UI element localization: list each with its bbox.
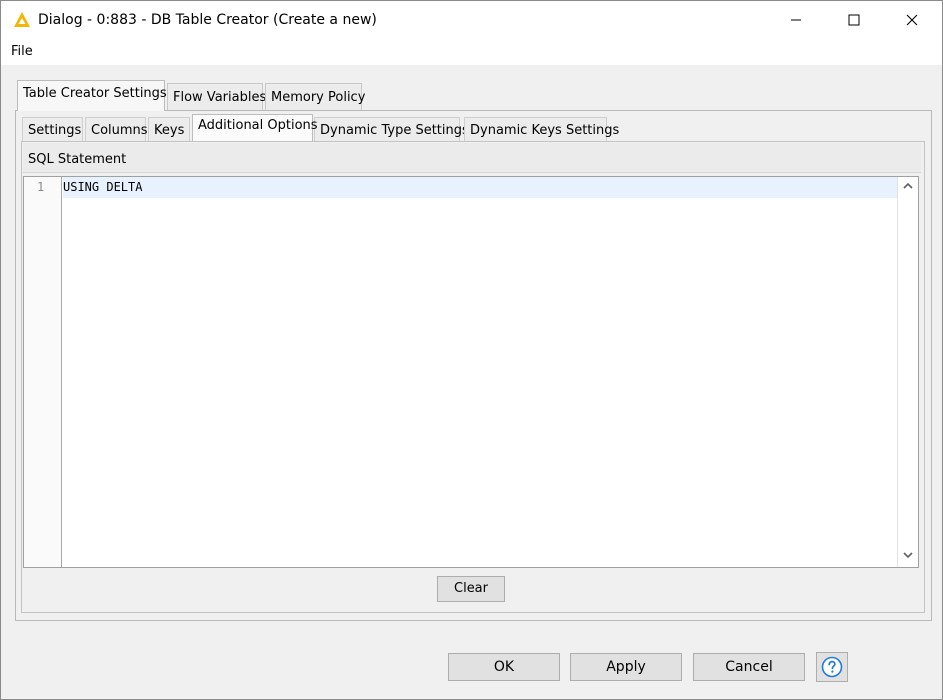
chevron-up-icon[interactable] [902,181,914,191]
maximize-icon [848,14,860,26]
minimize-icon [791,19,801,21]
sql-statement-header: SQL Statement [23,143,921,173]
apply-button[interactable]: Apply [570,653,682,681]
help-button[interactable] [816,652,848,682]
window-title: Dialog - 0:883 - DB Table Creator (Creat… [38,12,377,28]
tab-table-creator-settings[interactable]: Table Creator Settings [17,80,167,111]
cancel-button[interactable]: Cancel [693,653,805,681]
tab-dynamic-type-settings[interactable]: Dynamic Type Settings [314,117,469,141]
tab-additional-options[interactable]: Additional Options [192,114,318,141]
close-button[interactable] [883,1,941,39]
tab-keys[interactable]: Keys [148,117,190,141]
dialog-window: Dialog - 0:883 - DB Table Creator (Creat… [0,0,943,700]
sql-code-line[interactable]: USING DELTA [63,180,142,194]
menu-bar: File [1,39,942,65]
current-line-highlight [63,177,897,198]
maximize-button[interactable] [825,1,883,39]
tab-dynamic-keys-settings[interactable]: Dynamic Keys Settings [464,117,619,141]
ok-button[interactable]: OK [448,653,560,681]
tab-columns[interactable]: Columns [85,117,148,141]
tab-memory-policy[interactable]: Memory Policy [265,83,365,110]
minimize-button[interactable] [767,1,825,39]
vertical-scrollbar[interactable] [897,177,918,567]
chevron-down-icon[interactable] [902,550,914,560]
line-number-gutter: 1 [24,177,62,567]
tab-settings[interactable]: Settings [22,117,83,141]
sql-editor[interactable]: 1 USING DELTA [23,176,919,568]
tab-flow-variables[interactable]: Flow Variables [167,83,266,110]
sql-statement-label: SQL Statement [28,152,127,167]
title-bar[interactable]: Dialog - 0:883 - DB Table Creator (Creat… [1,1,942,39]
line-number: 1 [37,180,45,194]
menu-file[interactable]: File [11,44,33,59]
clear-button[interactable]: Clear [437,576,505,602]
knime-triangle-icon [14,12,30,27]
close-icon [906,14,918,26]
help-icon [821,656,843,678]
